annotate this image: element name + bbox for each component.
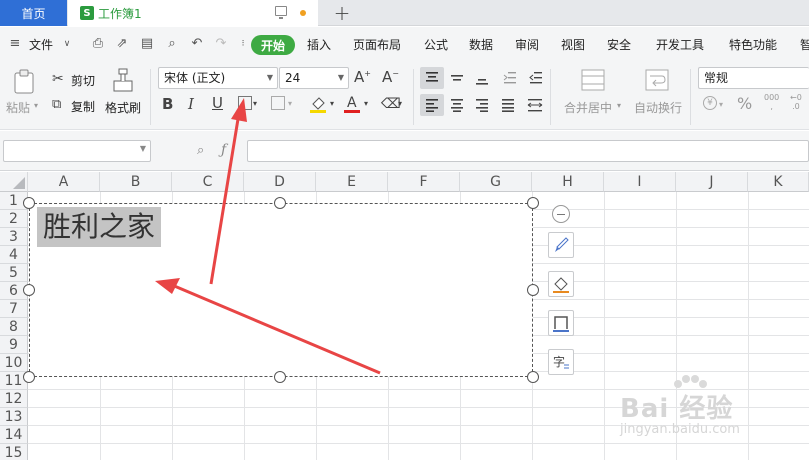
watermark: Bai 经验 jingyan.baidu.com (620, 372, 800, 442)
watermark-brand: Bai 经验 (620, 394, 734, 424)
red-arrow-up (209, 112, 241, 285)
red-arrow-left (171, 283, 381, 375)
arrow-head-icon (231, 98, 247, 122)
watermark-url: jingyan.baidu.com (620, 422, 740, 437)
